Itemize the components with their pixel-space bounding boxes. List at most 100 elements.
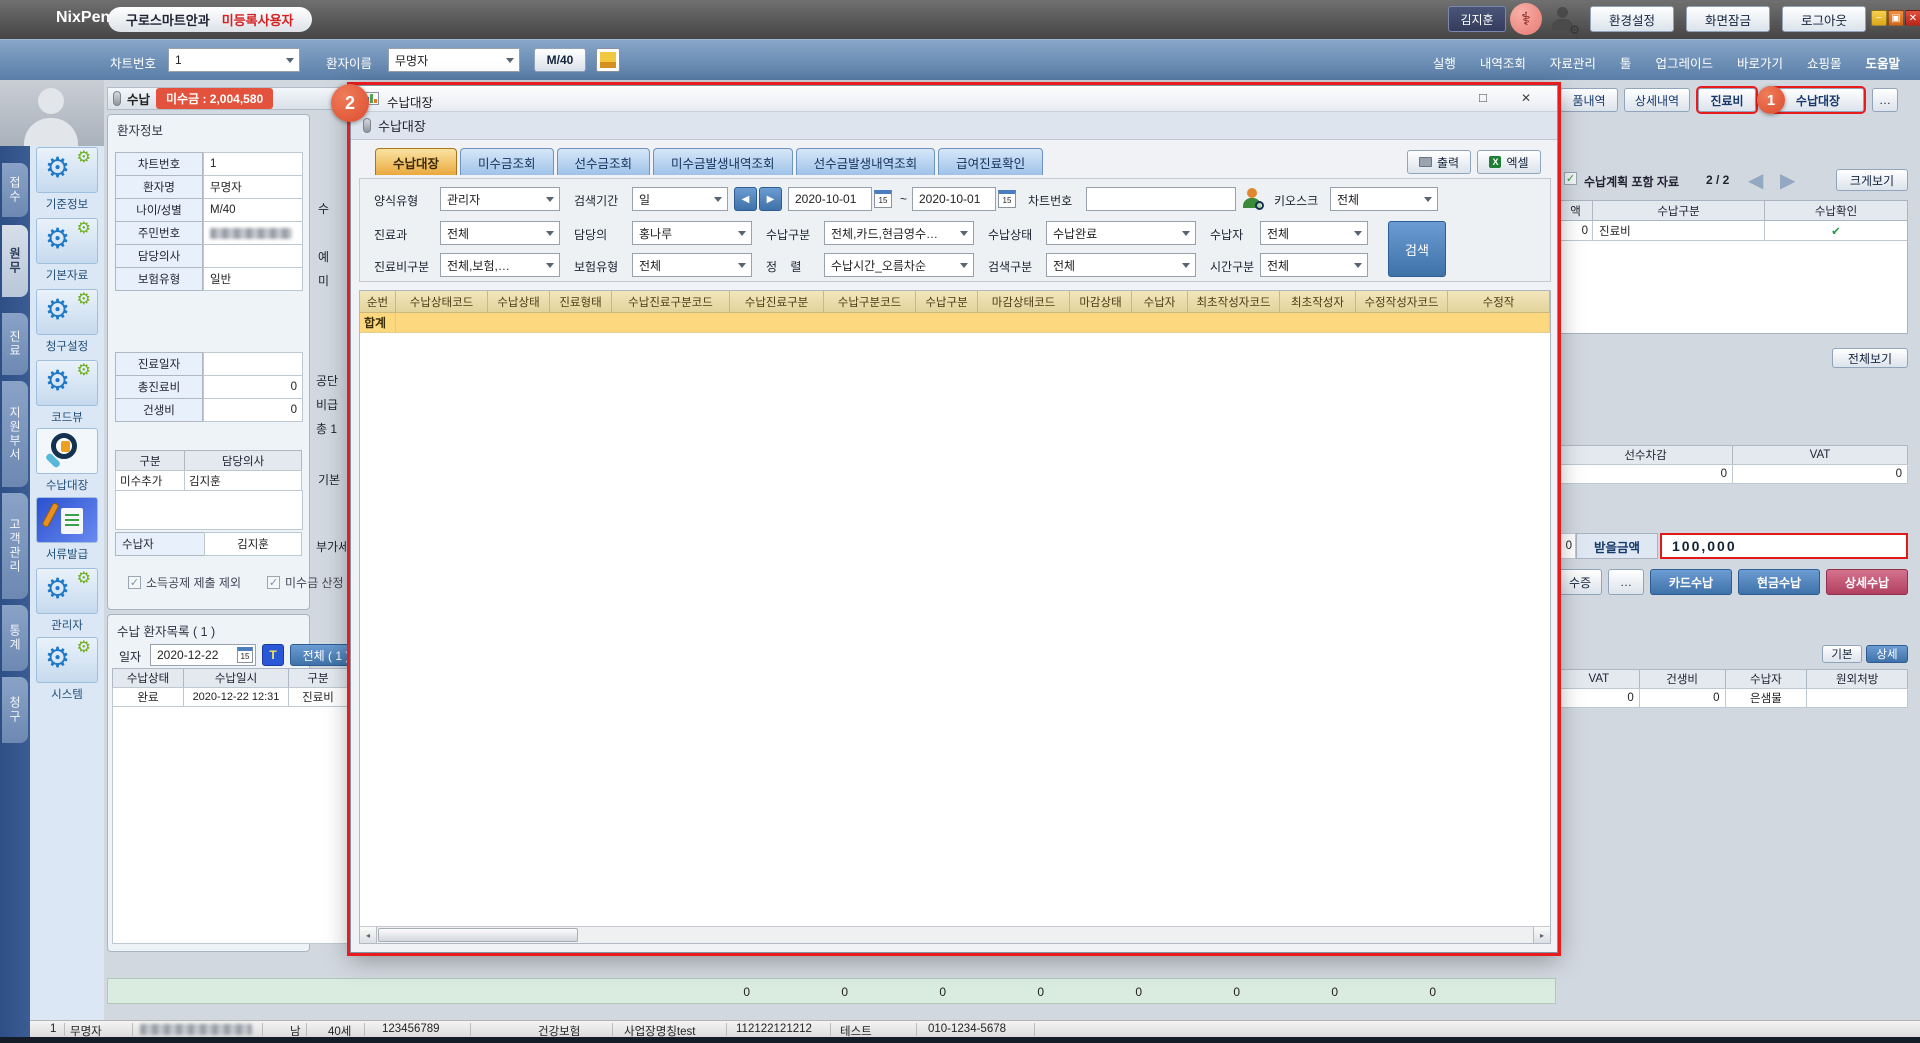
- more-button[interactable]: …: [1872, 88, 1898, 112]
- tab-payment-ledger[interactable]: 수납대장: [375, 148, 457, 175]
- grid-col[interactable]: 진료형태: [550, 291, 612, 313]
- chart-no-combo[interactable]: 1: [168, 48, 300, 72]
- tab-prepaid-inquiry[interactable]: 선수금조회: [557, 148, 651, 175]
- module-basic-data[interactable]: ⚙⚙: [36, 218, 98, 264]
- pay-state-combo[interactable]: 수납완료: [1046, 221, 1196, 245]
- sidebar-tab-crm[interactable]: 고객관리: [2, 493, 28, 599]
- view-all-button[interactable]: 전체보기: [1832, 348, 1908, 368]
- patient-name-combo[interactable]: 무명자: [388, 48, 520, 72]
- grid-col[interactable]: 마감상태: [1070, 291, 1132, 313]
- patient-search-icon[interactable]: [1240, 186, 1264, 210]
- receive-amount-field[interactable]: 100,000: [1660, 533, 1908, 559]
- dialog-titlebar[interactable]: 수납대장 □ ✕: [351, 86, 1557, 112]
- menu-run[interactable]: 실행: [1433, 53, 1456, 72]
- grid-col[interactable]: 수납진료구분: [730, 291, 824, 313]
- tab-misu-inquiry[interactable]: 미수금조회: [460, 148, 554, 175]
- user-settings-icon[interactable]: ⚙: [1548, 6, 1578, 34]
- calendar-icon[interactable]: 15: [998, 190, 1016, 208]
- grid-col[interactable]: 수납상태코드: [396, 291, 488, 313]
- checkbox-icon[interactable]: ✓: [1564, 172, 1577, 185]
- date-to-field[interactable]: 2020-10-01: [912, 187, 996, 211]
- grid-col[interactable]: 수납자: [1132, 291, 1188, 313]
- table-row[interactable]: 완료 2020-12-22 12:31 진료비: [112, 687, 348, 707]
- module-admin[interactable]: ⚙⚙: [36, 568, 98, 614]
- grid-col[interactable]: 수납구분코드: [824, 291, 916, 313]
- calendar-icon[interactable]: 15: [237, 647, 253, 663]
- prev-arrow-icon[interactable]: ◀: [1748, 168, 1763, 193]
- search-type-combo[interactable]: 전체: [1046, 253, 1196, 277]
- menu-history[interactable]: 내역조회: [1480, 53, 1526, 72]
- receipt-cut-button[interactable]: 수증: [1558, 569, 1602, 595]
- current-user-button[interactable]: 김지훈: [1448, 6, 1506, 32]
- dept-combo[interactable]: 전체: [440, 221, 560, 245]
- next-arrow-icon[interactable]: ▶: [1780, 168, 1795, 193]
- scroll-thumb[interactable]: [378, 928, 578, 942]
- treatment-fee-button[interactable]: 진료비: [1698, 88, 1756, 112]
- search-button[interactable]: 검색: [1388, 221, 1446, 277]
- excel-button[interactable]: X 엑셀: [1477, 150, 1541, 174]
- payment-ledger-button[interactable]: 수납대장: [1772, 88, 1864, 112]
- sort-combo[interactable]: 수납시간_오름차순: [824, 253, 974, 277]
- scroll-left-icon[interactable]: ◂: [360, 927, 377, 943]
- calendar-icon[interactable]: 15: [874, 190, 892, 208]
- age-sex-button[interactable]: M/40: [534, 48, 586, 72]
- grid-col[interactable]: 수정작성자코드: [1356, 291, 1448, 313]
- sidebar-tab-wonmu[interactable]: 원무: [2, 225, 28, 297]
- cashier-combo[interactable]: 전체: [1260, 221, 1368, 245]
- pay-more-button[interactable]: …: [1608, 569, 1644, 595]
- detail-mode-button[interactable]: 상세: [1866, 645, 1908, 663]
- date-from-field[interactable]: 2020-10-01: [788, 187, 872, 211]
- grid-col[interactable]: 수정작: [1448, 291, 1550, 313]
- module-payment-ledger[interactable]: [36, 428, 98, 474]
- chart-no-input[interactable]: [1086, 187, 1236, 211]
- menu-upgrade[interactable]: 업그레이드: [1655, 53, 1713, 72]
- pay-type-combo[interactable]: 전체,카드,현금영수…: [824, 221, 974, 245]
- kiosk-combo[interactable]: 전체: [1330, 187, 1438, 211]
- date-field[interactable]: 2020-12-22 15: [150, 644, 256, 666]
- item-detail-cut-button[interactable]: 품내역: [1560, 88, 1618, 112]
- module-document-issue[interactable]: [36, 497, 98, 543]
- module-base-info[interactable]: ⚙⚙: [36, 147, 98, 193]
- module-system[interactable]: ⚙⚙: [36, 637, 98, 683]
- grid-col[interactable]: 수납구분: [916, 291, 978, 313]
- tab-misu-history[interactable]: 미수금발생내역조회: [653, 148, 793, 175]
- sidebar-tab-claim[interactable]: 청구: [2, 677, 28, 743]
- time-type-combo[interactable]: 전체: [1260, 253, 1368, 277]
- print-button[interactable]: 출력: [1407, 150, 1471, 174]
- sidebar-tab-treatment[interactable]: 진료: [2, 313, 28, 375]
- form-type-combo[interactable]: 관리자: [440, 187, 560, 211]
- restore-icon[interactable]: ▣: [1888, 10, 1904, 26]
- table-row[interactable]: 0 0 은샘물: [1558, 688, 1908, 708]
- module-code-view[interactable]: ⚙⚙: [36, 360, 98, 406]
- fee-type-combo[interactable]: 전체,보험,…: [440, 253, 560, 277]
- grid-col[interactable]: 최초작성자코드: [1188, 291, 1280, 313]
- settings-button[interactable]: 환경설정: [1590, 6, 1674, 32]
- tab-prepaid-history[interactable]: 선수금발생내역조회: [796, 148, 936, 175]
- close-icon[interactable]: ✕: [1905, 10, 1920, 26]
- ins-type-combo[interactable]: 전체: [632, 253, 752, 277]
- menu-help[interactable]: 도움말: [1865, 53, 1900, 72]
- table-row[interactable]: 0 진료비 ✔: [1559, 221, 1907, 241]
- menu-data[interactable]: 자료관리: [1550, 53, 1596, 72]
- scroll-right-icon[interactable]: ▸: [1533, 927, 1550, 943]
- menu-shop[interactable]: 쇼핑몰: [1807, 53, 1842, 72]
- menu-tools[interactable]: 툴: [1620, 53, 1632, 72]
- next-date-button[interactable]: ▶: [759, 187, 782, 211]
- sidebar-tab-reception[interactable]: 접수: [2, 163, 28, 217]
- grid-col[interactable]: 수납진료구분코드: [612, 291, 730, 313]
- logout-button[interactable]: 로그아웃: [1782, 6, 1866, 32]
- tab-benefit-confirm[interactable]: 급여진료확인: [938, 148, 1043, 175]
- today-button[interactable]: T: [262, 644, 284, 666]
- module-claim-settings[interactable]: ⚙⚙: [36, 289, 98, 335]
- photo-icon[interactable]: [596, 48, 620, 72]
- tax-exempt-checkbox[interactable]: ✓ 소득공제 제출 제외: [128, 574, 241, 591]
- doctor-combo[interactable]: 홍나루: [632, 221, 752, 245]
- maximize-icon[interactable]: □: [1479, 90, 1487, 105]
- card-pay-button[interactable]: 카드수납: [1650, 569, 1732, 595]
- minimize-icon[interactable]: −: [1871, 10, 1887, 26]
- sidebar-tab-stats[interactable]: 통계: [2, 605, 28, 671]
- stethoscope-icon[interactable]: ⚕: [1510, 3, 1542, 35]
- enlarge-button[interactable]: 크게보기: [1836, 169, 1908, 191]
- close-icon[interactable]: ✕: [1521, 91, 1531, 105]
- grid-col[interactable]: 순번: [360, 291, 396, 313]
